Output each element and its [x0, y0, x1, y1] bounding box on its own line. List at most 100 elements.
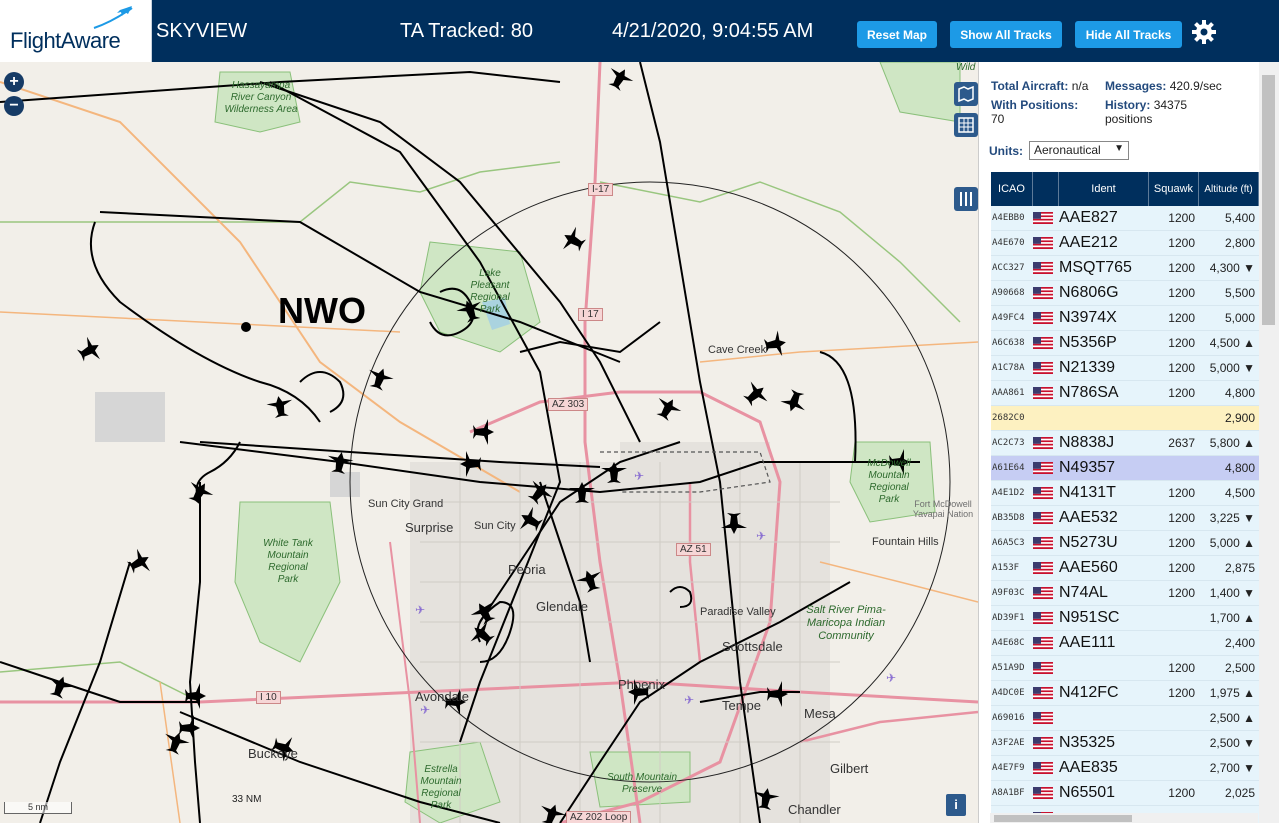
icao-cell: AAA861: [992, 388, 1025, 398]
map-icon: [958, 85, 974, 103]
zoom-in-button[interactable]: +: [4, 72, 24, 92]
us-flag-icon: [1033, 287, 1053, 299]
table-row[interactable]: A69016 2,500 ▲: [991, 706, 1259, 731]
park-label: Estrella Mountain Regional Park: [420, 764, 462, 811]
reset-map-button[interactable]: Reset Map: [857, 21, 937, 48]
ident-cell: N951SC: [1059, 609, 1120, 626]
park-area: [879, 62, 961, 123]
sidebar-scrollbar-thumb[interactable]: [1262, 75, 1275, 325]
us-flag-icon: [1033, 737, 1053, 749]
place-label: Paradise Valley: [700, 606, 776, 618]
table-row[interactable]: A51A9D 1200 2,500: [991, 656, 1259, 681]
sidebar-toggle-button[interactable]: [954, 187, 978, 211]
current-datetime: 4/21/2020, 9:04:55 AM: [612, 20, 814, 42]
icao-cell: A51A9D: [992, 663, 1025, 673]
flag-cell: [1033, 787, 1059, 799]
icao-cell: ACC327: [992, 263, 1025, 273]
altitude-cell: 2,500 ▲: [1209, 711, 1255, 725]
map-view[interactable]: ✈ ✈ ✈ ✈ ✈ ✈ + − NWO Cave Creek Sun City …: [0, 62, 978, 823]
table-row[interactable]: AAA861 N786SA 1200 4,800: [991, 381, 1259, 406]
grid-toggle-button[interactable]: [954, 113, 978, 137]
flag-cell: [1033, 212, 1059, 224]
total-aircraft-stat: Total Aircraft: n/a: [991, 79, 1088, 93]
table-row[interactable]: A6A5C3 N5273U 1200 5,000 ▲: [991, 531, 1259, 556]
flag-cell: [1033, 287, 1059, 299]
icao-cell: A61E64: [992, 463, 1025, 473]
table-row[interactable]: A4E1D2 N4131T 1200 4,500: [991, 481, 1259, 506]
flag-cell: [1033, 387, 1059, 399]
icao-cell: A4E7F9: [992, 763, 1025, 773]
table-row[interactable]: A153F AAE560 1200 2,875: [991, 556, 1259, 581]
place-label: Scottsdale: [722, 639, 783, 654]
icao-cell: AD39F1: [992, 613, 1025, 623]
table-row[interactable]: A8A1BF N65501 1200 2,025: [991, 781, 1259, 806]
show-all-tracks-button[interactable]: Show All Tracks: [950, 21, 1062, 48]
us-flag-icon: [1033, 237, 1053, 249]
table-row[interactable]: AB35D8 AAE532 1200 3,225 ▼: [991, 506, 1259, 531]
flag-cell: [1033, 312, 1059, 324]
flag-cell: [1033, 587, 1059, 599]
table-row[interactable]: A1C78A N21339 1200 5,000 ▼: [991, 356, 1259, 381]
table-row[interactable]: ACC327 MSQT765 1200 4,300 ▼: [991, 256, 1259, 281]
highway-shield: AZ 51: [676, 543, 711, 556]
place-label: Buckeye: [248, 746, 298, 761]
column-altitude[interactable]: Altitude (ft): [1199, 172, 1259, 206]
us-flag-icon: [1033, 562, 1053, 574]
us-flag-icon: [1033, 762, 1053, 774]
ident-cell: N3974X: [1059, 309, 1117, 326]
altitude-cell: 2,875: [1224, 561, 1255, 575]
squawk-cell: 1200: [1168, 511, 1195, 525]
map-layers-button[interactable]: [954, 82, 978, 106]
us-flag-icon: [1033, 687, 1053, 699]
altitude-cell: 5,400: [1224, 211, 1255, 225]
flag-cell: [1033, 462, 1059, 474]
plane-logo-icon: [93, 6, 133, 29]
table-row[interactable]: A4DC0E N412FC 1200 1,975 ▲: [991, 681, 1259, 706]
table-row[interactable]: A3F2AE N35325 2,500 ▼: [991, 731, 1259, 756]
squawk-cell: 2637: [1168, 436, 1195, 450]
icao-cell: A4E1D2: [992, 488, 1025, 498]
table-row[interactable]: AC2C73 N8838J 2637 5,800 ▲: [991, 431, 1259, 456]
table-row[interactable]: AD39F1 N951SC 1,700 ▲: [991, 606, 1259, 631]
flightaware-logo[interactable]: FlightAware: [0, 0, 152, 62]
with-positions-label: With Positions:: [991, 98, 1079, 112]
column-flag[interactable]: [1033, 172, 1059, 206]
column-icao[interactable]: ICAO: [991, 172, 1033, 206]
column-squawk[interactable]: Squawk: [1149, 172, 1199, 206]
info-icon[interactable]: i: [946, 794, 966, 816]
icao-cell: A9F03C: [992, 588, 1025, 598]
table-row[interactable]: 2682C0 2,900: [991, 406, 1259, 431]
units-value: Aeronautical: [1034, 143, 1101, 157]
ident-cell: N49357: [1059, 459, 1116, 476]
table-row[interactable]: A4EBB0 AAE827 1200 5,400: [991, 206, 1259, 231]
us-flag-icon: [1033, 462, 1053, 474]
table-row[interactable]: A6C638 N5356P 1200 4,500 ▲: [991, 331, 1259, 356]
ident-cell: N74AL: [1059, 584, 1108, 601]
icao-cell: A1C78A: [992, 363, 1025, 373]
table-row[interactable]: A61E64 N49357 4,800: [991, 456, 1259, 481]
icao-cell: A4E68C: [992, 638, 1025, 648]
table-hscrollbar-thumb[interactable]: [994, 815, 1132, 822]
hide-all-tracks-button[interactable]: Hide All Tracks: [1075, 21, 1182, 48]
svg-text:✈: ✈: [420, 703, 430, 717]
us-flag-icon: [1033, 362, 1053, 374]
table-row[interactable]: A90668 N6806G 1200 5,500: [991, 281, 1259, 306]
nwo-marker: [241, 322, 251, 332]
table-row[interactable]: A4E68C AAE111 2,400: [991, 631, 1259, 656]
table-row[interactable]: A4E7F9 AAE835 2,700 ▼: [991, 756, 1259, 781]
altitude-cell: 5,500: [1224, 286, 1255, 300]
table-row[interactable]: A49FC4 N3974X 1200 5,000: [991, 306, 1259, 331]
flag-cell: [1033, 512, 1059, 524]
gear-icon[interactable]: [1190, 18, 1218, 46]
units-select[interactable]: Aeronautical ▼: [1029, 141, 1129, 160]
history-value: 34375: [1153, 98, 1188, 112]
zoom-out-button[interactable]: −: [4, 96, 24, 116]
ident-cell: N5273U: [1059, 534, 1118, 551]
column-ident[interactable]: Ident: [1059, 172, 1149, 206]
flag-cell: [1033, 437, 1059, 449]
altitude-cell: 3,225 ▼: [1209, 511, 1255, 525]
icao-cell: AB35D8: [992, 513, 1025, 523]
app-header: FlightAware SKYVIEW TA Tracked: 80 4/21/…: [0, 0, 1279, 62]
table-row[interactable]: A4E670 AAE212 1200 2,800: [991, 231, 1259, 256]
table-row[interactable]: A9F03C N74AL 1200 1,400 ▼: [991, 581, 1259, 606]
